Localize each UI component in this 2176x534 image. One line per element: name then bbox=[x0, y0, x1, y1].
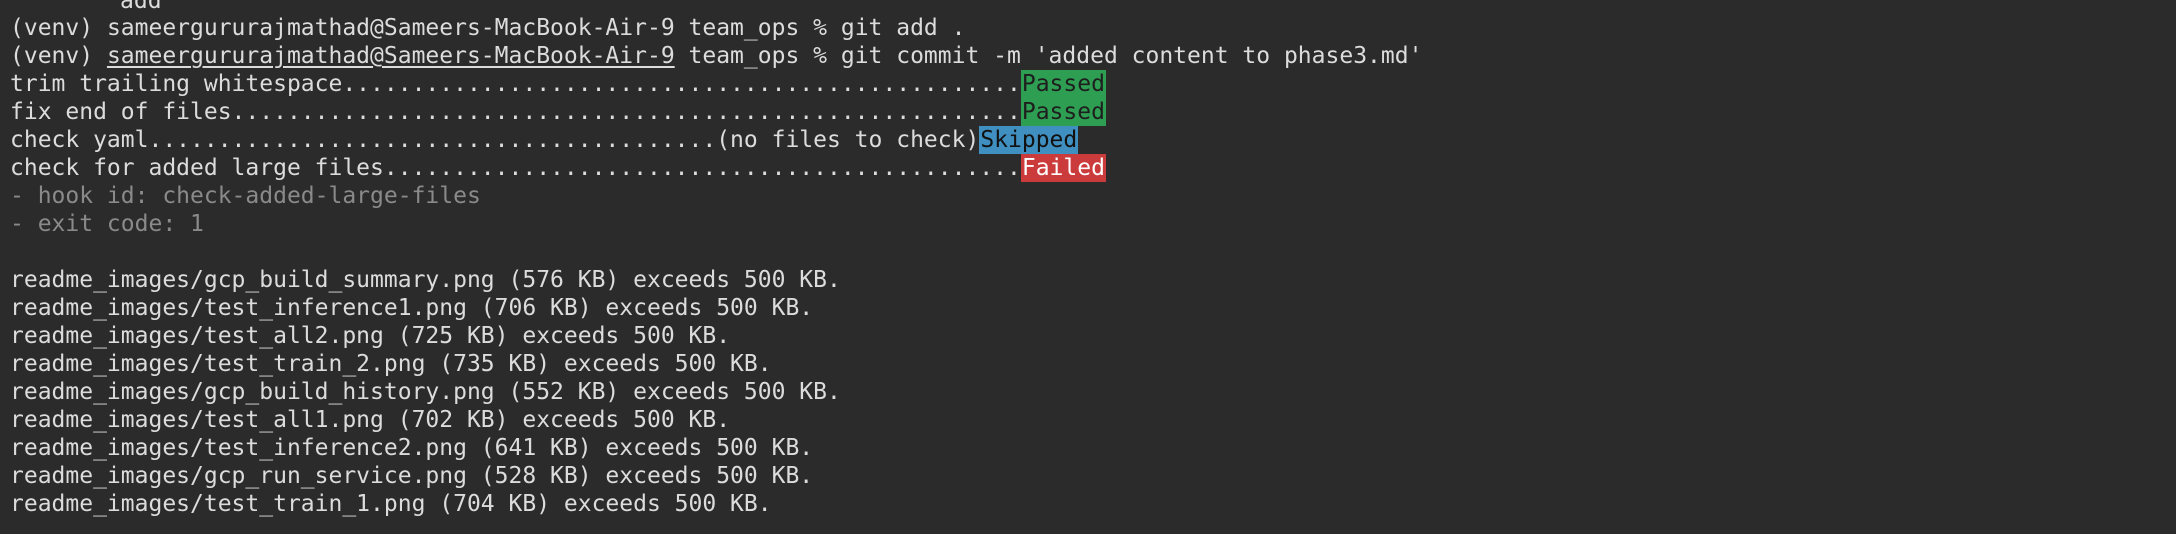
venv-prefix: (venv) bbox=[10, 43, 107, 69]
hook-result-line: fix end of files........................… bbox=[10, 98, 1106, 126]
output-line: readme_images/test_train_2.png (735 KB) … bbox=[10, 351, 772, 377]
prompt-cwd: team_ops % bbox=[674, 43, 841, 69]
output-line: readme_images/gcp_run_service.png (528 K… bbox=[10, 463, 814, 489]
output-line: readme_images/test_train_1.png (704 KB) … bbox=[10, 491, 772, 517]
passed-badge: Passed bbox=[1020, 98, 1106, 126]
terminal-window[interactable]: add (venv) sameergururajmathad@Sameers-M… bbox=[0, 0, 2176, 534]
prompt-user-host: sameergururajmathad@Sameers-MacBook-Air-… bbox=[106, 43, 675, 69]
prompt-user-host: sameergururajmathad@Sameers-MacBook-Air-… bbox=[106, 15, 675, 41]
exit-code-line: - exit code: 1 bbox=[10, 211, 204, 237]
output-line: readme_images/test_all1.png (702 KB) exc… bbox=[10, 407, 731, 433]
hook-id-line: - hook id: check-added-large-files bbox=[10, 183, 481, 209]
hook-label: check yaml..............................… bbox=[10, 127, 980, 153]
hook-label: check for added large files.............… bbox=[10, 155, 1021, 181]
hook-result-line: trim trailing whitespace................… bbox=[10, 70, 1106, 98]
hook-label: trim trailing whitespace................… bbox=[10, 71, 1021, 97]
prompt-cwd: team_ops % bbox=[674, 15, 841, 41]
output-line: readme_images/gcp_build_history.png (552… bbox=[10, 379, 841, 405]
hook-label: fix end of files........................… bbox=[10, 99, 1021, 125]
command-text: git commit -m 'added content to phase3.m… bbox=[840, 43, 1423, 69]
command-line-git-add: (venv) sameergururajmathad@Sameers-MacBo… bbox=[10, 14, 965, 42]
output-line: readme_images/gcp_build_summary.png (576… bbox=[10, 267, 841, 293]
hook-result-line: check yaml..............................… bbox=[10, 126, 1079, 154]
passed-badge: Passed bbox=[1020, 70, 1106, 98]
command-text: git add . bbox=[840, 15, 966, 41]
output-line: readme_images/test_inference1.png (706 K… bbox=[10, 295, 814, 321]
output-line: readme_images/test_inference2.png (641 K… bbox=[10, 435, 814, 461]
command-line-git-commit: (venv) sameergururajmathad@Sameers-MacBo… bbox=[10, 42, 1422, 70]
output-line: readme_images/test_all2.png (725 KB) exc… bbox=[10, 323, 731, 349]
skipped-badge: Skipped bbox=[979, 126, 1079, 154]
failed-badge: Failed bbox=[1020, 154, 1106, 182]
hook-result-line: check for added large files.............… bbox=[10, 154, 1106, 182]
venv-prefix: (venv) bbox=[10, 15, 107, 41]
scrolled-output-fragment: add bbox=[120, 0, 162, 14]
